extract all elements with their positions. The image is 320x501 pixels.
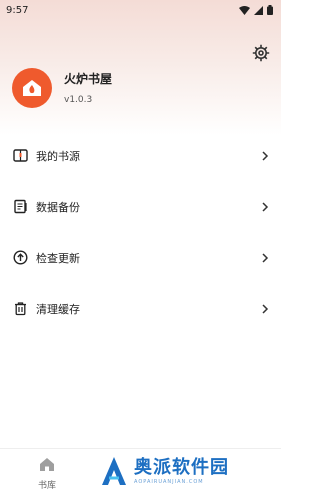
backup-icon — [12, 199, 28, 215]
menu-item-label: 数据备份 — [36, 200, 80, 214]
book-source-icon — [12, 148, 28, 164]
status-icons — [239, 5, 273, 15]
menu-item-my-book-source[interactable]: 我的书源 — [0, 130, 281, 181]
nav-tab-label: 书库 — [37, 481, 56, 491]
fire-house-icon — [23, 80, 41, 96]
chevron-right-icon — [262, 303, 269, 314]
settings-gear-icon[interactable] — [251, 43, 271, 63]
chevron-right-icon — [262, 201, 269, 212]
chevron-right-icon — [262, 252, 269, 263]
watermark-text: 奥派软件园 — [134, 456, 229, 478]
profile-section: 火炉书屋 v1.0.3 — [12, 68, 112, 108]
battery-icon — [267, 5, 273, 15]
menu-item-label: 我的书源 — [36, 149, 80, 163]
watermark: 奥派软件园 AOPAIRUANJIAN.COM — [100, 456, 229, 486]
signal-icon — [254, 5, 263, 15]
update-icon — [12, 250, 28, 266]
menu-item-data-backup[interactable]: 数据备份 — [0, 181, 281, 232]
watermark-logo-icon — [102, 457, 126, 485]
menu-item-check-update[interactable]: 检查更新 — [0, 232, 281, 283]
settings-menu: 我的书源 数据备份 检查更新 清理缓存 — [0, 130, 281, 334]
status-time: 9:57 — [6, 4, 29, 16]
app-version: v1.0.3 — [64, 95, 93, 105]
watermark-subtext: AOPAIRUANJIAN.COM — [134, 478, 204, 485]
nav-tab-library[interactable]: 书库 — [32, 457, 62, 491]
home-icon — [40, 458, 54, 471]
menu-item-label: 检查更新 — [36, 251, 80, 265]
wifi-icon — [239, 5, 250, 15]
menu-item-clear-cache[interactable]: 清理缓存 — [0, 283, 281, 334]
trash-icon — [12, 301, 28, 317]
app-logo-avatar — [12, 68, 52, 108]
menu-item-label: 清理缓存 — [36, 302, 80, 316]
app-name: 火炉书屋 — [64, 72, 113, 86]
chevron-right-icon — [262, 150, 269, 161]
status-bar: 9:57 — [0, 0, 281, 20]
